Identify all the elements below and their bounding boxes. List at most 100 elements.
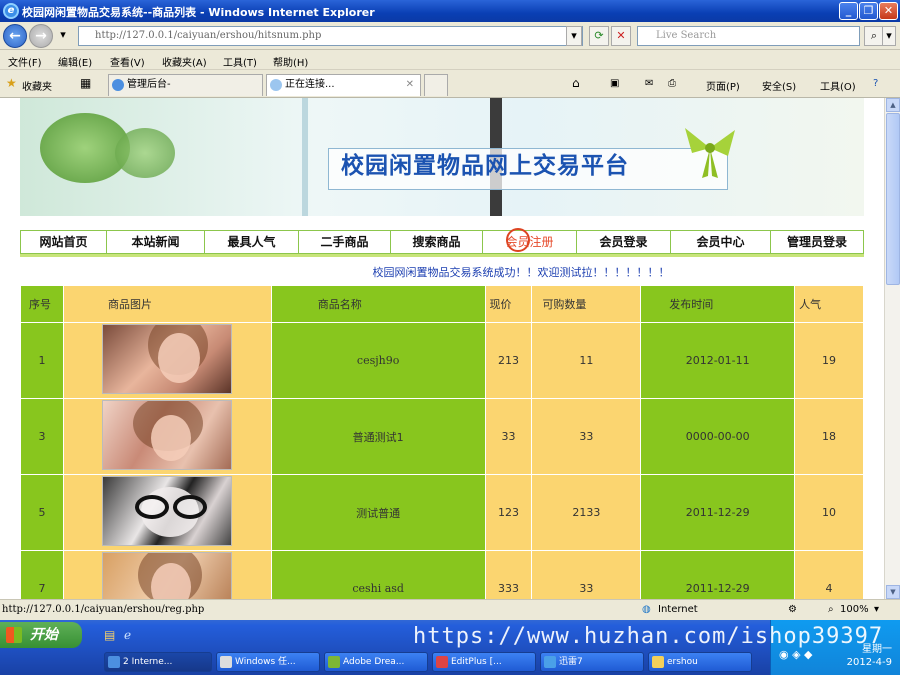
close-button[interactable]: ✕ <box>879 2 898 20</box>
menu-help[interactable]: 帮助(H) <box>273 54 308 69</box>
menu-view[interactable]: 查看(V) <box>110 54 145 69</box>
cell-date: 0000-00-00 <box>640 398 796 475</box>
nav-home[interactable]: 网站首页 <box>21 231 107 253</box>
feeds-icon[interactable]: ▣ <box>610 78 619 89</box>
status-zone: Internet <box>658 604 698 615</box>
cell-name[interactable]: 普通测试1 <box>270 398 486 475</box>
table-row[interactable]: 1 cesjh9o 213 11 2012-01-11 19 <box>20 322 864 399</box>
zoom-level[interactable]: 100% <box>840 604 869 615</box>
maximize-button[interactable]: ❐ <box>859 2 878 20</box>
nav-search[interactable]: 搜索商品 <box>391 231 483 253</box>
task-dreamweaver[interactable]: Adobe Drea... <box>324 652 428 672</box>
nav-member-login[interactable]: 会员登录 <box>577 231 671 253</box>
menu-file[interactable]: 文件(F) <box>8 54 42 69</box>
mail-icon[interactable]: ✉ <box>645 78 653 89</box>
tab-label: 管理后台- <box>127 79 171 90</box>
scroll-down-icon[interactable]: ▼ <box>886 585 900 599</box>
quicklaunch-ie-icon[interactable]: ℯ <box>124 628 131 642</box>
home-icon[interactable]: ⌂ <box>572 76 580 90</box>
tray-icons[interactable]: ◉ ◈ ◆ <box>779 648 813 661</box>
cell-id: 3 <box>20 398 64 475</box>
cell-name[interactable]: 测试普通 <box>270 474 486 551</box>
task-label: Windows 任... <box>235 657 296 667</box>
safety-menu[interactable]: 安全(S) <box>762 78 796 93</box>
globe-icon: ◍ <box>642 604 651 615</box>
windows-logo-icon <box>6 627 22 643</box>
task-xunlei[interactable]: 迅雷7 <box>540 652 644 672</box>
help-icon[interactable]: ? <box>873 78 878 89</box>
cell-price: 333 <box>484 550 533 599</box>
address-input[interactable]: http://127.0.0.1/caiyuan/ershou/hitsnum.… <box>78 26 583 46</box>
forward-button[interactable]: → <box>29 24 53 48</box>
show-desktop-icon[interactable]: ▤ <box>104 628 115 642</box>
product-photo[interactable] <box>102 476 233 546</box>
nav-admin-login[interactable]: 管理员登录 <box>771 231 863 253</box>
product-photo[interactable] <box>102 400 233 470</box>
cell-price: 123 <box>484 474 533 551</box>
search-input[interactable]: Live Search <box>637 26 860 46</box>
product-photo[interactable] <box>102 324 233 394</box>
favorites-star-icon[interactable]: ★ <box>6 76 17 90</box>
table-row[interactable]: 3 普通测试1 33 33 0000-00-00 18 <box>20 398 864 475</box>
tab-connecting[interactable]: 正在连接... ✕ <box>266 74 421 96</box>
start-button[interactable]: 开始 <box>0 622 82 648</box>
table-row[interactable]: 5 测试普通 123 2133 2011-12-29 10 <box>20 474 864 551</box>
new-tab-button[interactable] <box>424 74 448 96</box>
cell-name[interactable]: ceshi asd <box>270 550 486 599</box>
search-options-icon[interactable]: ▾ <box>882 26 896 46</box>
tools-menu[interactable]: 工具(O) <box>820 78 856 93</box>
menu-edit[interactable]: 编辑(E) <box>58 54 92 69</box>
task-editplus[interactable]: EditPlus [... <box>432 652 536 672</box>
task-ie[interactable]: 2 Interne... <box>104 652 212 672</box>
task-label: Adobe Drea... <box>343 657 405 667</box>
refresh-icon[interactable]: ⟳ <box>589 26 609 46</box>
menu-favorites[interactable]: 收藏夹(A) <box>162 54 207 69</box>
search-icon[interactable]: ⌕ <box>864 26 884 46</box>
zoom-icon[interactable]: ⌕ <box>828 604 834 615</box>
print-icon[interactable]: ⎙ <box>668 78 676 89</box>
cell-date: 2011-12-29 <box>640 550 796 599</box>
protected-mode-icon[interactable]: ⚙ <box>788 604 797 615</box>
nav-popular[interactable]: 最具人气 <box>205 231 299 253</box>
close-tab-icon[interactable]: ✕ <box>406 75 414 95</box>
status-bar: http://127.0.0.1/caiyuan/ershou/reg.php … <box>0 599 900 620</box>
status-url: http://127.0.0.1/caiyuan/ershou/reg.php <box>2 604 205 615</box>
address-dropdown-icon[interactable]: ▾ <box>566 26 582 46</box>
stop-icon[interactable]: ✕ <box>611 26 631 46</box>
banner-title-box: 校园闲置物品网上交易平台 <box>328 148 728 190</box>
zoom-dropdown-icon[interactable]: ▾ <box>874 604 879 615</box>
cell-name[interactable]: cesjh9o <box>270 322 486 399</box>
cell-qty: 2133 <box>531 474 642 551</box>
scroll-up-icon[interactable]: ▲ <box>886 98 900 112</box>
header-image: 商品图片 <box>62 285 272 323</box>
window-frame-decoration <box>302 98 308 216</box>
nav-member-center[interactable]: 会员中心 <box>671 231 771 253</box>
nav-news[interactable]: 本站新闻 <box>107 231 205 253</box>
scroll-thumb[interactable] <box>886 113 900 285</box>
page-menu[interactable]: 页面(P) <box>706 78 740 93</box>
task-label: EditPlus [... <box>451 657 502 667</box>
nav-register[interactable]: 会员注册 <box>483 231 577 253</box>
product-photo[interactable] <box>102 552 233 599</box>
favorites-button[interactable]: 收藏夹 <box>22 78 52 93</box>
history-dropdown-icon[interactable]: ▾ <box>55 26 71 46</box>
task-windows[interactable]: Windows 任... <box>216 652 320 672</box>
back-button[interactable]: ← <box>3 24 27 48</box>
nav-secondhand[interactable]: 二手商品 <box>299 231 391 253</box>
vertical-scrollbar[interactable]: ▲ ▼ <box>884 98 900 599</box>
goods-table: 序号 商品图片 商品名称 现价 可购数量 发布时间 人气 1 cesjh9o 2… <box>20 285 864 599</box>
menu-tools[interactable]: 工具(T) <box>223 54 257 69</box>
cell-hits: 4 <box>794 550 864 599</box>
cell-id: 5 <box>20 474 64 551</box>
task-label: 2 Interne... <box>123 657 173 667</box>
table-row[interactable]: 7 ceshi asd 333 33 2011-12-29 4 <box>20 550 864 599</box>
start-label: 开始 <box>30 627 58 643</box>
task-ershou-folder[interactable]: ershou <box>648 652 752 672</box>
window-titlebar[interactable]: e 校园网闲置物品交易系统--商品列表 - Windows Internet E… <box>0 0 900 22</box>
site-banner: 校园闲置物品网上交易平台 <box>20 98 864 216</box>
quick-tabs-icon[interactable]: ▦ <box>80 76 91 90</box>
tab-admin[interactable]: 管理后台- <box>108 74 263 96</box>
cell-price: 33 <box>484 398 533 475</box>
minimize-button[interactable]: _ <box>839 2 858 20</box>
header-id: 序号 <box>20 285 64 323</box>
